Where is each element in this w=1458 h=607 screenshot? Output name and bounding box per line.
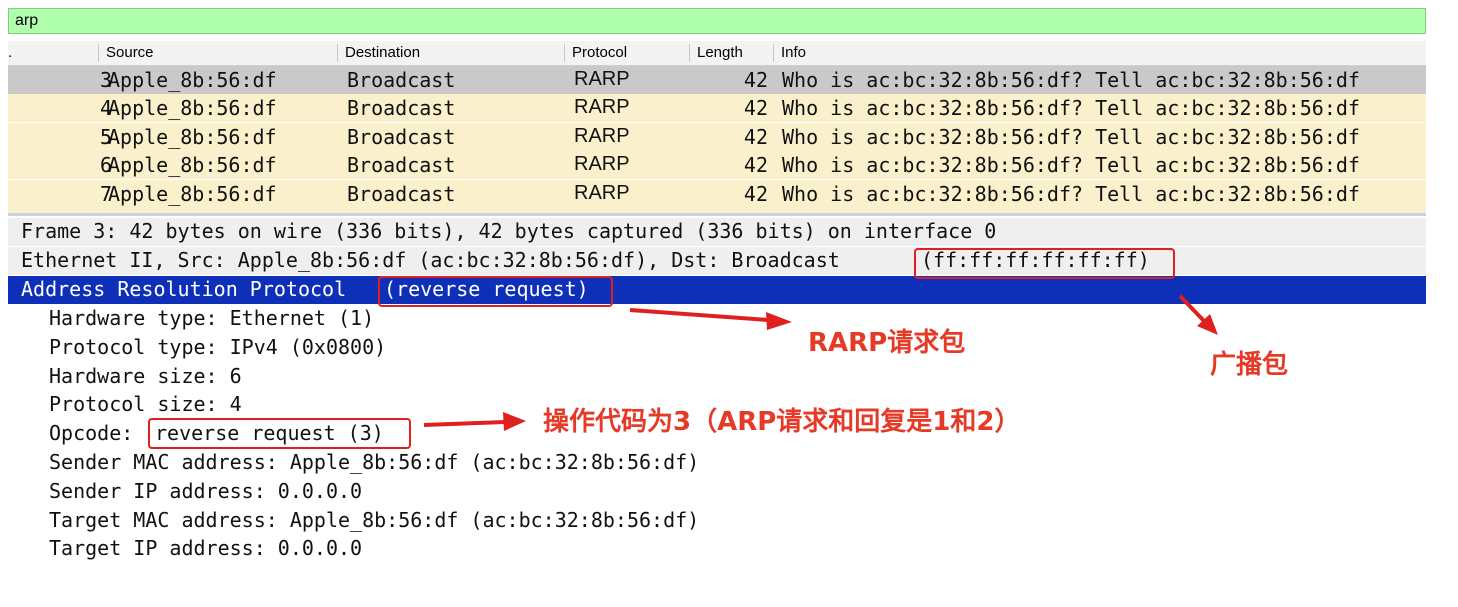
field-hardware-size: Hardware size: 6	[49, 364, 242, 388]
field-target-ip: Target IP address: 0.0.0.0	[49, 536, 363, 560]
column-header-source[interactable]: Source	[106, 44, 154, 61]
tree-item-field[interactable]: Target IP address: 0.0.0.0	[8, 535, 1426, 563]
arp-summary: Address Resolution Protocol	[21, 277, 359, 301]
tree-item-field[interactable]: Hardware type: Ethernet (1)	[8, 305, 1426, 333]
field-target-mac: Target MAC address: Apple_8b:56:df (ac:b…	[49, 508, 700, 532]
packet-protocol: RARP	[574, 68, 630, 90]
packet-info: Who is ac:bc:32:8b:56:df? Tell ac:bc:32:…	[782, 125, 1360, 149]
tree-item-arp-selected[interactable]: Address Resolution Protocol (reverse req…	[8, 276, 1426, 304]
packet-protocol: RARP	[574, 182, 630, 204]
field-sender-ip: Sender IP address: 0.0.0.0	[49, 479, 363, 503]
highlight-box-opcode	[148, 418, 411, 449]
column-header-no-fragment[interactable]: .	[8, 44, 12, 61]
packet-source: Apple_8b:56:df	[108, 68, 277, 92]
packet-destination: Broadcast	[347, 68, 456, 92]
annotation-opcode: 操作代码为3（ARP请求和回复是1和2）	[543, 407, 1021, 437]
field-hardware-type: Hardware type: Ethernet (1)	[49, 306, 375, 330]
ethernet-summary: Ethernet II, Src: Apple_8b:56:df (ac:bc:…	[21, 248, 852, 272]
packet-protocol: RARP	[574, 153, 630, 175]
packet-number: 3	[99, 68, 112, 92]
packet-length: 42	[743, 96, 768, 120]
column-header-info[interactable]: Info	[781, 44, 806, 61]
packet-row[interactable]: 6 Apple_8b:56:df Broadcast RARP 42 Who i…	[8, 151, 1426, 179]
packet-length: 42	[743, 125, 768, 149]
packet-list: 3 Apple_8b:56:df Broadcast RARP 42 Who i…	[8, 66, 1426, 214]
packet-protocol: RARP	[574, 125, 630, 147]
packet-list-header: . Source Destination Protocol Length Inf…	[8, 41, 1426, 66]
pane-splitter[interactable]	[8, 213, 1426, 216]
packet-row[interactable]: 4 Apple_8b:56:df Broadcast RARP 42 Who i…	[8, 94, 1426, 122]
field-opcode-label: Opcode:	[49, 421, 146, 445]
packet-length: 42	[743, 68, 768, 92]
packet-destination: Broadcast	[347, 96, 456, 120]
column-divider[interactable]	[773, 44, 774, 62]
column-divider[interactable]	[337, 44, 338, 62]
packet-info: Who is ac:bc:32:8b:56:df? Tell ac:bc:32:…	[782, 96, 1360, 120]
packet-source: Apple_8b:56:df	[108, 96, 277, 120]
packet-row[interactable]: 7 Apple_8b:56:df Broadcast RARP 42 Who i…	[8, 180, 1426, 208]
column-divider[interactable]	[98, 44, 99, 62]
packet-number: 6	[99, 153, 112, 177]
packet-details-pane: Frame 3: 42 bytes on wire (336 bits), 42…	[8, 218, 1426, 574]
column-header-protocol[interactable]: Protocol	[572, 44, 627, 61]
packet-source: Apple_8b:56:df	[108, 125, 277, 149]
display-filter-input[interactable]: arp	[8, 8, 1426, 34]
field-sender-mac: Sender MAC address: Apple_8b:56:df (ac:b…	[49, 450, 700, 474]
packet-number: 5	[99, 125, 112, 149]
packet-info: Who is ac:bc:32:8b:56:df? Tell ac:bc:32:…	[782, 153, 1360, 177]
packet-protocol: RARP	[574, 96, 630, 118]
field-protocol-size: Protocol size: 4	[49, 392, 242, 416]
packet-info: Who is ac:bc:32:8b:56:df? Tell ac:bc:32:…	[782, 182, 1360, 206]
tree-item-field[interactable]: Sender MAC address: Apple_8b:56:df (ac:b…	[8, 449, 1426, 477]
packet-row[interactable]: 3 Apple_8b:56:df Broadcast RARP 42 Who i…	[8, 66, 1426, 94]
column-divider[interactable]	[564, 44, 565, 62]
annotation-rarp-request: RARP请求包	[808, 328, 966, 358]
column-header-destination[interactable]: Destination	[345, 44, 420, 61]
tree-item-ethernet[interactable]: Ethernet II, Src: Apple_8b:56:df (ac:bc:…	[8, 247, 1426, 275]
highlight-box-reverse-request	[378, 276, 613, 307]
frame-summary: Frame 3: 42 bytes on wire (336 bits), 42…	[21, 219, 997, 243]
packet-destination: Broadcast	[347, 182, 456, 206]
packet-number: 4	[99, 96, 112, 120]
field-protocol-type: Protocol type: IPv4 (0x0800)	[49, 335, 387, 359]
packet-info: Who is ac:bc:32:8b:56:df? Tell ac:bc:32:…	[782, 68, 1360, 92]
packet-row[interactable]: 5 Apple_8b:56:df Broadcast RARP 42 Who i…	[8, 123, 1426, 151]
column-header-length[interactable]: Length	[697, 44, 743, 61]
tree-item-field[interactable]: Sender IP address: 0.0.0.0	[8, 478, 1426, 506]
highlight-box-broadcast-mac	[914, 248, 1175, 279]
display-filter-text: arp	[15, 12, 39, 29]
column-divider[interactable]	[689, 44, 690, 62]
annotation-broadcast: 广播包	[1210, 350, 1289, 380]
tree-item-frame[interactable]: Frame 3: 42 bytes on wire (336 bits), 42…	[8, 218, 1426, 246]
packet-length: 42	[743, 153, 768, 177]
packet-source: Apple_8b:56:df	[108, 182, 277, 206]
tree-item-field[interactable]: Target MAC address: Apple_8b:56:df (ac:b…	[8, 507, 1426, 535]
packet-source: Apple_8b:56:df	[108, 153, 277, 177]
packet-number: 7	[99, 182, 112, 206]
packet-length: 42	[743, 182, 768, 206]
packet-destination: Broadcast	[347, 125, 456, 149]
packet-destination: Broadcast	[347, 153, 456, 177]
